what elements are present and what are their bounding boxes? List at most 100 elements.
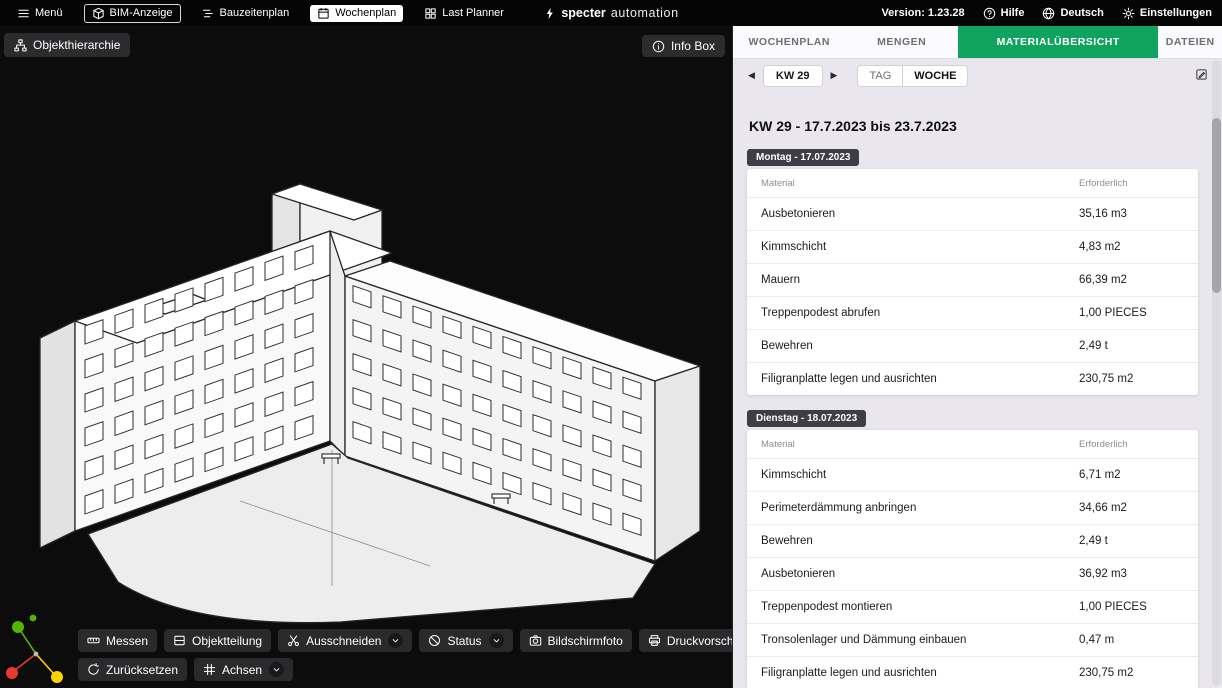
- cube-icon: [92, 7, 105, 20]
- material-required: 4,83 m2: [1079, 241, 1184, 253]
- day-section: Dienstag - 18.07.2023 MaterialErforderlic…: [747, 408, 1198, 688]
- topbar-einstellungen-button[interactable]: Einstellungen: [1122, 5, 1212, 22]
- tab-label: MATERIALÜBERSICHT: [997, 36, 1120, 48]
- tab-material-bersicht[interactable]: MATERIALÜBERSICHT: [958, 26, 1158, 58]
- hamburger-icon: [17, 7, 30, 20]
- material-row: Bewehren2,49 t: [747, 330, 1198, 363]
- material-name: Kimmschicht: [761, 469, 1079, 481]
- day-badge: Dienstag - 18.07.2023: [747, 410, 866, 427]
- tool-label: Status: [447, 634, 481, 648]
- brand-name-light: automation: [611, 6, 679, 20]
- material-row: Mauern66,39 m2: [747, 264, 1198, 297]
- tool-label: Zurücksetzen: [106, 663, 178, 677]
- gantt-icon: [202, 7, 215, 20]
- material-required: 230,75 m2: [1079, 667, 1184, 679]
- day-badge: Montag - 17.07.2023: [747, 149, 859, 166]
- info-box-button[interactable]: Info Box: [642, 35, 725, 57]
- tool-ausschneiden-button[interactable]: Ausschneiden: [278, 629, 412, 652]
- material-row: Filigranplatte legen und ausrichten230,7…: [747, 363, 1198, 395]
- chevron-down-icon: [491, 635, 502, 646]
- tab-wochenplan[interactable]: WOCHENPLAN: [733, 26, 845, 58]
- topbar-nav-bim-anzeige[interactable]: BIM-Anzeige: [84, 4, 181, 23]
- toggle-tag-button[interactable]: TAG: [857, 65, 902, 87]
- gear-icon: [1122, 7, 1135, 20]
- version-label: Version: 1.23.28: [881, 7, 964, 19]
- globe-icon: [1042, 7, 1055, 20]
- day-sections: Montag - 17.07.2023MaterialErforderlichA…: [747, 147, 1198, 688]
- column-material: Material: [761, 178, 1079, 189]
- topbar-nav-last-planner[interactable]: Last Planner: [417, 5, 511, 22]
- topbar-deutsch-button[interactable]: Deutsch: [1042, 5, 1103, 22]
- tool-objektteilung-button[interactable]: Objektteilung: [164, 629, 271, 652]
- axis-gizmo[interactable]: [2, 612, 72, 686]
- ruler-icon: [87, 634, 100, 647]
- material-name: Ausbetonieren: [761, 208, 1079, 220]
- table-header: MaterialErforderlich: [747, 169, 1198, 198]
- tool-messen-button[interactable]: Messen: [78, 629, 157, 652]
- nav-label: BIM-Anzeige: [110, 7, 173, 19]
- week-next-button[interactable]: ▶: [828, 67, 841, 84]
- material-row: Treppenpodest abrufen1,00 PIECES: [747, 297, 1198, 330]
- topbar-nav-wochenplan[interactable]: Wochenplan: [310, 5, 403, 22]
- viewer-toolbar: Messen Objektteilung Ausschneiden Status Bil…: [78, 629, 732, 681]
- dropdown-toggle[interactable]: [388, 633, 403, 648]
- material-row: Kimmschicht4,83 m2: [747, 231, 1198, 264]
- material-required: 2,49 t: [1079, 340, 1184, 352]
- brand-name-bold: specter: [561, 6, 605, 20]
- tool-achsen-button[interactable]: Achsen: [194, 658, 293, 681]
- topbar-nav-bauzeitenplan[interactable]: Bauzeitenplan: [195, 5, 297, 22]
- topbar-right-label: Hilfe: [1001, 7, 1025, 19]
- hierarchy-icon: [14, 39, 27, 52]
- tool-label: Druckvorschau: [667, 634, 732, 648]
- dropdown-toggle[interactable]: [489, 633, 504, 648]
- material-name: Filigranplatte legen und ausrichten: [761, 373, 1079, 385]
- material-name: Tronsolenlager und Dämmung einbauen: [761, 634, 1079, 646]
- material-required: 36,92 m3: [1079, 568, 1184, 580]
- screenshot-icon: [529, 634, 542, 647]
- tool-zur-cksetzen-button[interactable]: Zurücksetzen: [78, 658, 187, 681]
- tool-druckvorschau-button[interactable]: Druckvorschau: [639, 629, 732, 652]
- material-required: 66,39 m2: [1079, 274, 1184, 286]
- toggle-woche-button[interactable]: WOCHE: [902, 65, 968, 87]
- material-row: Ausbetonieren35,16 m3: [747, 198, 1198, 231]
- material-required: 35,16 m3: [1079, 208, 1184, 220]
- material-table: MaterialErforderlichKimmschicht6,71 m2Pe…: [747, 430, 1198, 688]
- material-required: 34,66 m2: [1079, 502, 1184, 514]
- tool-label: Bildschirmfoto: [548, 634, 623, 648]
- tool-status-button[interactable]: Status: [419, 629, 512, 652]
- material-row: Filigranplatte legen und ausrichten230,7…: [747, 657, 1198, 688]
- material-name: Filigranplatte legen und ausrichten: [761, 667, 1079, 679]
- info-box-label: Info Box: [671, 39, 715, 53]
- tool-label: Objektteilung: [192, 634, 262, 648]
- edit-note-button[interactable]: [1193, 66, 1210, 86]
- edit-note-icon: [1195, 68, 1208, 81]
- material-required: 0,47 m: [1079, 634, 1184, 646]
- week-selector-button[interactable]: KW 29: [763, 65, 823, 87]
- material-name: Ausbetonieren: [761, 568, 1079, 580]
- chevron-down-icon: [390, 635, 401, 646]
- tool-bildschirmfoto-button[interactable]: Bildschirmfoto: [520, 629, 632, 652]
- topbar-hilfe-button[interactable]: Hilfe: [983, 5, 1025, 22]
- column-required: Erforderlich: [1079, 178, 1184, 189]
- reset-icon: [87, 663, 100, 676]
- main: Objekthierarchie Info Box Messen Objektte…: [0, 26, 1222, 688]
- material-name: Perimeterdämmung anbringen: [761, 502, 1079, 514]
- material-row: Perimeterdämmung anbringen34,66 m2: [747, 492, 1198, 525]
- material-name: Treppenpodest abrufen: [761, 307, 1079, 319]
- objekthierarchie-button[interactable]: Objekthierarchie: [4, 33, 130, 57]
- scrollbar-thumb[interactable]: [1212, 118, 1221, 293]
- tab-mengen[interactable]: MENGEN: [845, 26, 957, 58]
- material-row: Treppenpodest montieren1,00 PIECES: [747, 591, 1198, 624]
- week-prev-button[interactable]: ◀: [745, 67, 758, 84]
- dropdown-toggle[interactable]: [269, 662, 284, 677]
- tool-label: Achsen: [222, 663, 262, 677]
- week-heading: KW 29 - 17.7.2023 bis 23.7.2023: [749, 118, 1198, 134]
- tab-dateien[interactable]: DATEIEN: [1158, 26, 1222, 58]
- day-section: Montag - 17.07.2023MaterialErforderlichA…: [747, 147, 1198, 395]
- bim-viewer[interactable]: Objekthierarchie Info Box Messen Objektte…: [0, 26, 732, 688]
- info-icon: [652, 40, 665, 53]
- scrollbar: [1212, 60, 1221, 686]
- axes-icon: [203, 663, 216, 676]
- menu-button[interactable]: Menü: [10, 5, 70, 22]
- building-model[interactable]: [0, 26, 732, 688]
